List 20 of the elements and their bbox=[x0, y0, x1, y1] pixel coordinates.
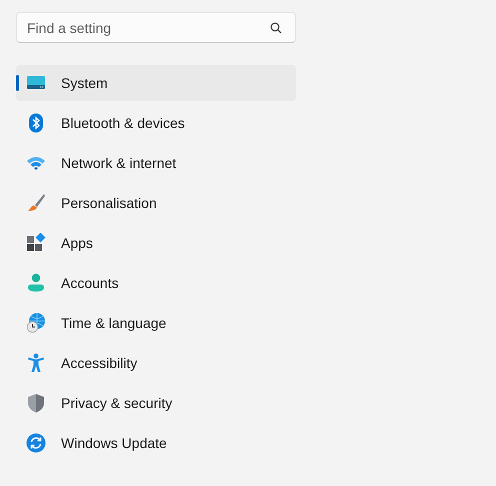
search-icon bbox=[270, 22, 282, 34]
nav-item[interactable]: Network & internet bbox=[16, 145, 296, 181]
nav-item[interactable]: Privacy & security bbox=[16, 385, 296, 421]
paintbrush-icon bbox=[26, 193, 46, 213]
nav-item[interactable]: Accessibility bbox=[16, 345, 296, 381]
nav-item[interactable]: Bluetooth & devices bbox=[16, 105, 296, 141]
nav-item[interactable]: Time & language bbox=[16, 305, 296, 341]
nav-item[interactable]: Windows Update bbox=[16, 425, 296, 461]
refresh-icon bbox=[26, 433, 46, 453]
nav-item[interactable]: Apps bbox=[16, 225, 296, 261]
nav-item[interactable]: System bbox=[16, 65, 296, 101]
nav-item[interactable]: Accounts bbox=[16, 265, 296, 301]
search-field[interactable]: Find a setting bbox=[16, 12, 296, 43]
bluetooth-icon bbox=[26, 113, 46, 133]
apps-icon bbox=[26, 233, 46, 253]
accessibility-icon bbox=[26, 353, 46, 373]
nav-item[interactable]: Personalisation bbox=[16, 185, 296, 221]
globe-clock-icon bbox=[26, 313, 46, 333]
person-icon bbox=[26, 273, 46, 293]
shield-icon bbox=[26, 393, 46, 413]
